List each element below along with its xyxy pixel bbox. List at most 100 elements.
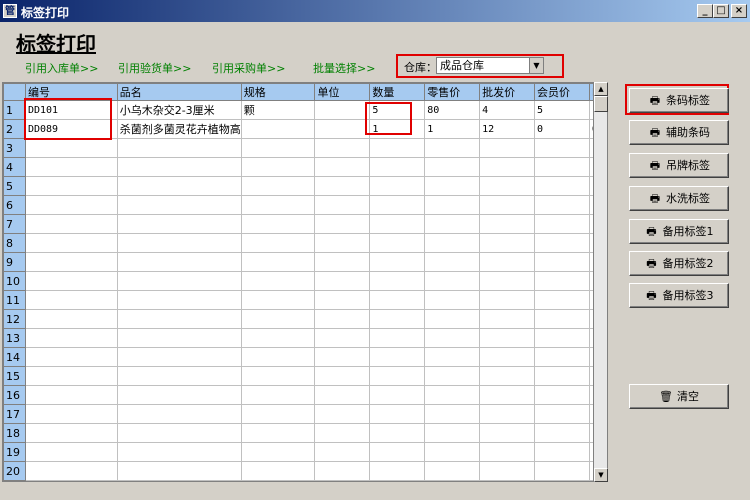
table-row[interactable]: 7: [3, 214, 607, 234]
table-cell[interactable]: [24, 404, 118, 424]
table-cell[interactable]: [116, 347, 242, 367]
table-cell[interactable]: [534, 195, 590, 215]
table-cell[interactable]: [479, 176, 536, 196]
table-cell[interactable]: 5: [369, 100, 426, 120]
table-cell[interactable]: [479, 271, 536, 291]
table-row[interactable]: 5: [3, 176, 607, 196]
table-cell[interactable]: [424, 328, 481, 348]
barcode-label-button[interactable]: 🖶 条码标签: [629, 88, 729, 113]
table-cell[interactable]: [424, 271, 481, 291]
table-cell[interactable]: [240, 157, 316, 177]
table-cell[interactable]: [534, 423, 590, 443]
table-cell[interactable]: [240, 328, 316, 348]
table-cell[interactable]: [424, 366, 481, 386]
table-cell[interactable]: [24, 328, 118, 348]
table-cell[interactable]: [369, 385, 426, 405]
table-cell[interactable]: [314, 290, 371, 310]
table-cell[interactable]: [369, 157, 426, 177]
dropdown-arrow-icon[interactable]: ▼: [529, 58, 543, 73]
table-cell[interactable]: [534, 385, 590, 405]
table-cell[interactable]: [240, 461, 316, 481]
row-number[interactable]: 11: [3, 290, 26, 310]
table-cell[interactable]: [240, 347, 316, 367]
wash-label-button[interactable]: 🖶 水洗标签: [629, 186, 729, 211]
table-cell[interactable]: [369, 366, 426, 386]
row-number[interactable]: 3: [3, 138, 26, 158]
table-cell[interactable]: [240, 290, 316, 310]
table-cell[interactable]: [24, 252, 118, 272]
table-cell[interactable]: [116, 176, 242, 196]
table-cell[interactable]: [314, 442, 371, 462]
table-row[interactable]: 12: [3, 309, 607, 329]
table-cell[interactable]: [24, 176, 118, 196]
table-cell[interactable]: [314, 385, 371, 405]
spare-label-3-button[interactable]: 🖶 备用标签3: [629, 283, 729, 308]
table-cell[interactable]: 4: [479, 100, 536, 120]
table-cell[interactable]: [24, 347, 118, 367]
spare-label-2-button[interactable]: 🖶 备用标签2: [629, 251, 729, 276]
table-cell[interactable]: [116, 309, 242, 329]
table-cell[interactable]: [369, 252, 426, 272]
table-cell[interactable]: [369, 404, 426, 424]
table-cell[interactable]: [479, 138, 536, 158]
table-row[interactable]: 3: [3, 138, 607, 158]
table-cell[interactable]: [314, 214, 371, 234]
table-cell[interactable]: [479, 233, 536, 253]
column-header[interactable]: 批发价: [479, 83, 536, 101]
table-cell[interactable]: [369, 461, 426, 481]
table-cell[interactable]: [424, 385, 481, 405]
table-cell[interactable]: [24, 442, 118, 462]
maximize-button[interactable]: □: [713, 4, 729, 18]
table-cell[interactable]: [314, 233, 371, 253]
row-number[interactable]: 15: [3, 366, 26, 386]
table-cell[interactable]: [314, 271, 371, 291]
table-cell[interactable]: [240, 309, 316, 329]
table-cell[interactable]: [534, 404, 590, 424]
table-cell[interactable]: [479, 328, 536, 348]
table-cell[interactable]: [424, 195, 481, 215]
table-cell[interactable]: 颗: [240, 100, 316, 120]
table-cell[interactable]: 小乌木杂交2-3厘米: [116, 100, 242, 120]
aux-barcode-button[interactable]: 🖶 辅助条码: [629, 120, 729, 145]
table-cell[interactable]: [314, 138, 371, 158]
table-cell[interactable]: 1: [369, 119, 426, 139]
column-header[interactable]: 单位: [314, 83, 371, 101]
table-cell[interactable]: [314, 119, 371, 139]
table-cell[interactable]: [240, 214, 316, 234]
table-cell[interactable]: [479, 214, 536, 234]
column-header[interactable]: 规格: [240, 83, 316, 101]
batch-select-link[interactable]: 批量选择>>: [313, 60, 375, 76]
table-cell[interactable]: DD089: [24, 119, 118, 139]
table-cell[interactable]: [479, 442, 536, 462]
scroll-up-icon[interactable]: ▲: [594, 82, 608, 96]
table-cell[interactable]: [240, 423, 316, 443]
table-cell[interactable]: 12: [479, 119, 536, 139]
column-header[interactable]: 编号: [24, 83, 118, 101]
table-cell[interactable]: [534, 214, 590, 234]
table-cell[interactable]: [534, 138, 590, 158]
table-cell[interactable]: [24, 385, 118, 405]
table-cell[interactable]: [240, 176, 316, 196]
column-header[interactable]: 零售价: [424, 83, 481, 101]
table-cell[interactable]: [24, 309, 118, 329]
row-number[interactable]: 4: [3, 157, 26, 177]
table-cell[interactable]: [479, 309, 536, 329]
table-cell[interactable]: DD101: [24, 100, 118, 120]
ref-purchase-link[interactable]: 引用采购单>>: [212, 60, 285, 76]
row-number[interactable]: 17: [3, 404, 26, 424]
table-row[interactable]: 11: [3, 290, 607, 310]
table-cell[interactable]: 80: [424, 100, 481, 120]
table-cell[interactable]: [314, 309, 371, 329]
table-cell[interactable]: [534, 176, 590, 196]
table-cell[interactable]: [314, 347, 371, 367]
table-cell[interactable]: [534, 233, 590, 253]
table-row[interactable]: 18: [3, 423, 607, 443]
table-row[interactable]: 16: [3, 385, 607, 405]
table-cell[interactable]: [116, 442, 242, 462]
row-number[interactable]: 2: [3, 119, 26, 139]
table-row[interactable]: 9: [3, 252, 607, 272]
table-cell[interactable]: [424, 233, 481, 253]
table-row[interactable]: 10: [3, 271, 607, 291]
row-number[interactable]: 9: [3, 252, 26, 272]
table-cell[interactable]: [424, 138, 481, 158]
